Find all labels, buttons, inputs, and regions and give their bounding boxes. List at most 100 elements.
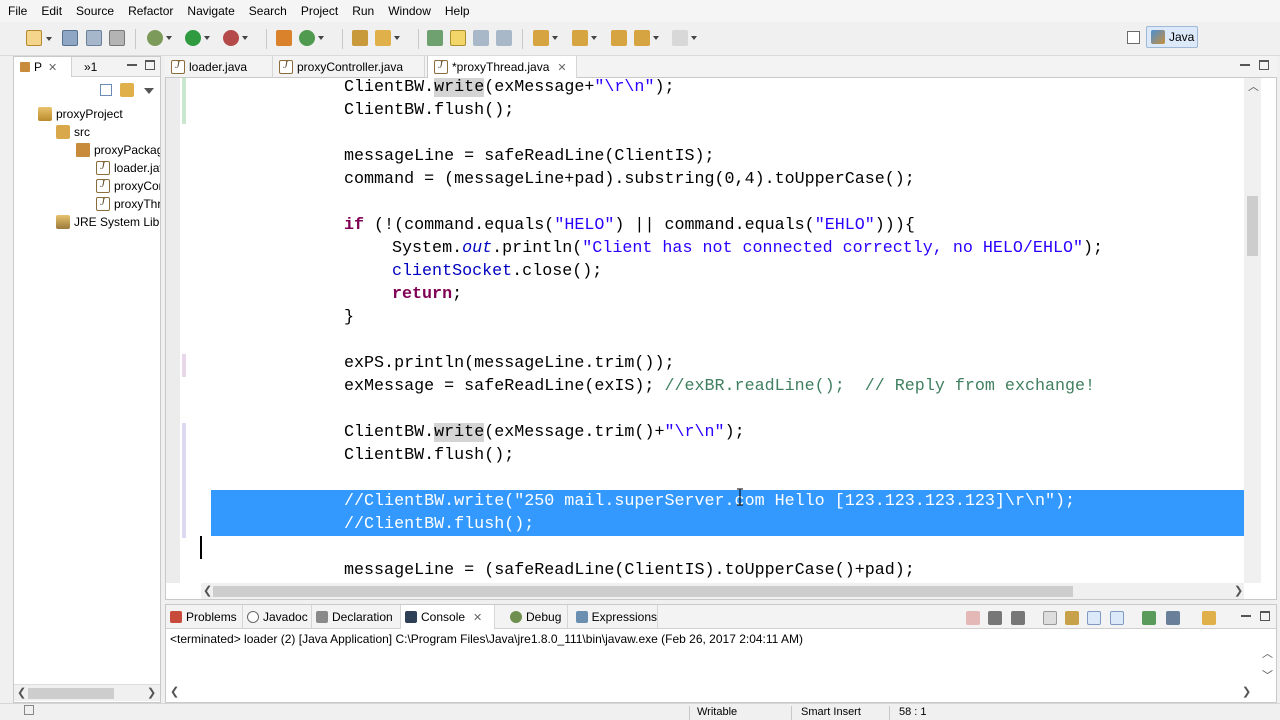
scroll-left-icon[interactable]: ❮: [170, 687, 179, 698]
new-java-project-icon[interactable]: [276, 30, 292, 46]
next-edit-icon[interactable]: [533, 30, 558, 46]
save-all-icon[interactable]: [86, 30, 102, 46]
menu-help[interactable]: Help: [445, 4, 470, 18]
menu-edit[interactable]: Edit: [41, 4, 62, 18]
code-line: ClientBW.flush();: [344, 446, 515, 465]
clear-console-icon[interactable]: [1043, 611, 1057, 625]
console-hscroll[interactable]: ❮ ❯: [166, 685, 1258, 702]
tab-proxythread-java[interactable]: *proxyThread.java ✕: [427, 56, 577, 78]
editor-hscroll[interactable]: ❮ ❯: [201, 583, 1244, 599]
tab-javadoc[interactable]: Javadoc: [243, 605, 312, 629]
minimize-icon[interactable]: [1240, 60, 1250, 66]
tree-item-jre[interactable]: JRE System Library: [56, 213, 160, 231]
menu-refactor[interactable]: Refactor: [128, 4, 173, 18]
project-icon: [38, 107, 52, 121]
scroll-thumb[interactable]: [28, 688, 114, 699]
link-with-editor-icon[interactable]: [120, 83, 134, 97]
tab-proxycontroller-java[interactable]: proxyController.java: [273, 56, 425, 78]
code-line: if (!(command.equals("HELO") || command.…: [344, 216, 915, 235]
minimize-icon[interactable]: [127, 60, 137, 66]
show-on-error-icon[interactable]: [1110, 611, 1124, 625]
tree-item-file[interactable]: loader.java: [96, 159, 160, 177]
previous-edit-icon[interactable]: [572, 30, 597, 46]
fast-view-icon[interactable]: [24, 705, 34, 715]
tab-console[interactable]: Console ✕: [401, 605, 495, 629]
scroll-right-icon[interactable]: ❯: [1242, 687, 1251, 698]
tree-item-src[interactable]: src: [56, 123, 90, 141]
new-icon[interactable]: [26, 30, 52, 46]
code-area[interactable]: ClientBW.write(exMessage+"\r\n"); Client…: [201, 78, 1244, 583]
close-icon[interactable]: ✕: [557, 61, 566, 74]
tab-loader-java[interactable]: loader.java: [165, 56, 273, 78]
package-explorer-hscroll[interactable]: ❮ ❯: [14, 684, 160, 701]
scroll-right-icon[interactable]: ❯: [147, 688, 156, 699]
tree-item-file[interactable]: proxyController.java: [96, 177, 160, 195]
debug-icon[interactable]: [147, 30, 172, 46]
tab-declaration[interactable]: Declaration: [312, 605, 401, 629]
quick-diff-marker: [182, 354, 186, 377]
menu-file[interactable]: File: [8, 4, 27, 18]
scroll-left-icon[interactable]: ❮: [203, 586, 212, 597]
scroll-left-icon[interactable]: ❮: [17, 688, 26, 699]
save-icon[interactable]: [62, 30, 78, 46]
tab-overflow[interactable]: »1: [84, 57, 97, 77]
display-console-icon[interactable]: [1166, 611, 1180, 625]
tree-item-project[interactable]: proxyProject: [38, 105, 123, 123]
new-class-icon[interactable]: [299, 30, 324, 46]
block-selection-icon[interactable]: [473, 30, 489, 46]
scroll-up-icon[interactable]: ︿: [1262, 649, 1273, 660]
menu-project[interactable]: Project: [301, 4, 338, 18]
collapse-all-icon[interactable]: [100, 84, 112, 96]
menu-navigate[interactable]: Navigate: [187, 4, 234, 18]
tab-problems[interactable]: Problems: [166, 605, 243, 629]
print-icon[interactable]: [109, 30, 125, 46]
menu-search[interactable]: Search: [249, 4, 287, 18]
terminate-icon[interactable]: [966, 611, 980, 625]
scroll-lock-icon[interactable]: [1065, 611, 1079, 625]
run-icon[interactable]: [185, 30, 210, 46]
tab-package-explorer[interactable]: P ✕: [14, 57, 72, 77]
scroll-thumb[interactable]: [1247, 196, 1258, 256]
pin-console-icon[interactable]: [1142, 611, 1156, 625]
open-console-icon[interactable]: [1202, 611, 1216, 625]
scroll-thumb[interactable]: [213, 586, 1073, 597]
coverage-icon[interactable]: [223, 30, 248, 46]
tab-debug[interactable]: Debug: [506, 605, 568, 629]
close-icon[interactable]: ✕: [473, 611, 482, 624]
scroll-down-icon[interactable]: ﹀: [1262, 671, 1273, 682]
console-vscroll[interactable]: ︿ ﹀: [1258, 649, 1275, 701]
tree-item-file[interactable]: proxyThread.java: [96, 195, 160, 213]
last-edit-location-icon[interactable]: [611, 30, 627, 46]
open-type-icon[interactable]: [352, 30, 368, 46]
maximize-icon[interactable]: [1260, 611, 1270, 621]
bottom-panel-tabs: Problems Javadoc Declaration Console ✕ D…: [166, 605, 1276, 629]
remove-launch-icon[interactable]: [988, 611, 1002, 625]
show-on-output-icon[interactable]: [1087, 611, 1101, 625]
tree-item-package[interactable]: proxyPackage: [76, 141, 160, 159]
open-perspective-icon[interactable]: [1127, 31, 1140, 44]
minimize-icon[interactable]: [1241, 611, 1251, 617]
show-whitespace-icon[interactable]: [496, 30, 512, 46]
menu-source[interactable]: Source: [76, 4, 114, 18]
menu-window[interactable]: Window: [388, 4, 431, 18]
back-icon[interactable]: [634, 30, 659, 46]
forward-icon[interactable]: [672, 30, 697, 46]
code-editor[interactable]: ClientBW.write(exMessage+"\r\n"); Client…: [165, 78, 1277, 600]
menu-run[interactable]: Run: [352, 4, 374, 18]
java-perspective-button[interactable]: Java: [1146, 26, 1198, 48]
package-explorer: P ✕ »1 proxyProject src proxyPackage loa…: [13, 56, 161, 703]
scroll-up-icon[interactable]: ︿: [1248, 82, 1259, 93]
java-file-icon: [96, 196, 110, 211]
maximize-icon[interactable]: [1259, 60, 1269, 70]
next-annotation-icon[interactable]: [427, 30, 443, 46]
view-menu-icon[interactable]: [144, 88, 154, 94]
tab-expressions[interactable]: Expressions: [572, 605, 658, 629]
editor-vscroll[interactable]: ︿: [1244, 78, 1261, 583]
close-icon[interactable]: ✕: [48, 61, 57, 74]
tree-item-package-label: proxyPackage: [94, 143, 160, 157]
remove-all-terminated-icon[interactable]: [1011, 611, 1025, 625]
search-icon[interactable]: [375, 30, 400, 46]
mark-occurrences-icon[interactable]: [450, 30, 466, 46]
scroll-right-icon[interactable]: ❯: [1234, 586, 1243, 597]
maximize-icon[interactable]: [145, 60, 155, 70]
